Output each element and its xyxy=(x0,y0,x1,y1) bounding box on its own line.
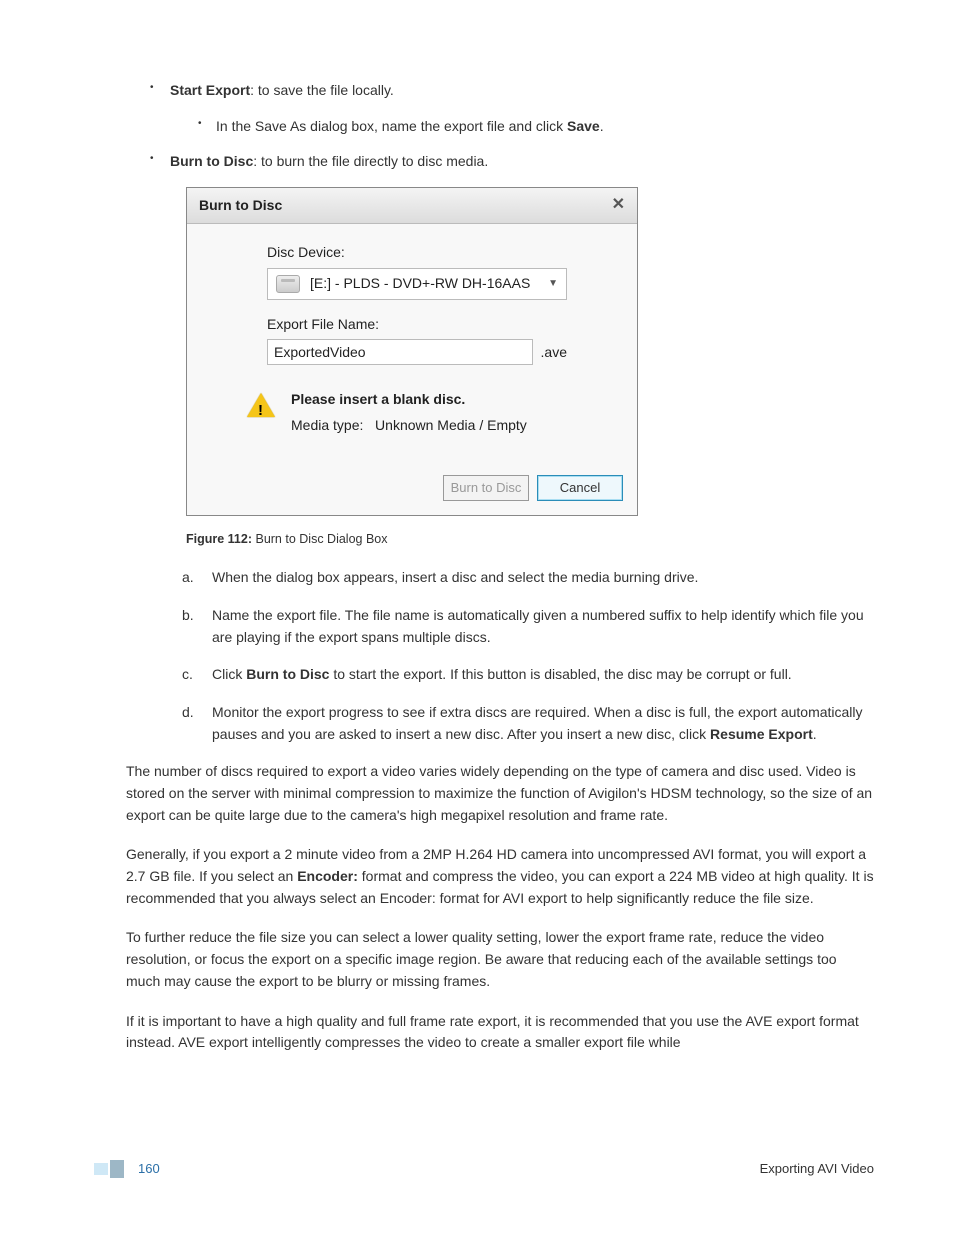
disc-device-label: Disc Device: xyxy=(267,242,633,264)
chevron-down-icon: ▼ xyxy=(548,276,558,292)
export-filename-label: Export File Name: xyxy=(267,314,633,336)
media-type-label: Media type: xyxy=(291,417,363,433)
burn-to-disc-dialog: Burn to Disc ✕ Disc Device: [E:] - PLDS … xyxy=(186,187,638,516)
page-decoration-icon xyxy=(94,1160,128,1178)
dialog-title: Burn to Disc xyxy=(199,195,282,217)
warning-icon: ! xyxy=(247,393,275,421)
dialog-titlebar: Burn to Disc ✕ xyxy=(187,188,637,224)
optical-drive-icon xyxy=(276,275,300,293)
burn-to-disc-button[interactable]: Burn to Disc xyxy=(443,475,529,501)
step-d: d. Monitor the export progress to see if… xyxy=(212,702,874,745)
warning-title: Please insert a blank disc. xyxy=(291,389,527,411)
step-b: b. Name the export file. The file name i… xyxy=(212,605,874,648)
page-number: 160 xyxy=(138,1159,160,1179)
bullet-save-as: In the Save As dialog box, name the expo… xyxy=(216,116,874,138)
media-type-row: Media type: Unknown Media / Empty xyxy=(291,415,527,437)
bullet-start-export: Start Export: to save the file locally. … xyxy=(170,80,874,137)
export-filename-input[interactable] xyxy=(267,339,533,365)
save-as-text: In the Save As dialog box, name the expo… xyxy=(216,118,567,134)
cancel-button[interactable]: Cancel xyxy=(537,475,623,501)
paragraph-discs: The number of discs required to export a… xyxy=(126,761,874,826)
save-bold: Save xyxy=(567,118,600,134)
paragraph-reduce: To further reduce the file size you can … xyxy=(126,927,874,992)
media-type-value: Unknown Media / Empty xyxy=(375,417,527,433)
bullet-burn-to-disc: Burn to Disc: to burn the file directly … xyxy=(170,151,874,173)
figure-caption: Figure 112: Burn to Disc Dialog Box xyxy=(186,530,874,549)
burn-text: : to burn the file directly to disc medi… xyxy=(253,153,488,169)
paragraph-encoder: Generally, if you export a 2 minute vide… xyxy=(126,844,874,909)
close-icon[interactable]: ✕ xyxy=(612,193,625,218)
section-title: Exporting AVI Video xyxy=(760,1159,874,1179)
export-filename-ext: .ave xyxy=(541,342,567,364)
step-c: c. Click Burn to Disc to start the expor… xyxy=(212,664,874,686)
start-export-label: Start Export xyxy=(170,82,250,98)
start-export-text: : to save the file locally. xyxy=(250,82,394,98)
paragraph-ave: If it is important to have a high qualit… xyxy=(126,1011,874,1054)
burn-label: Burn to Disc xyxy=(170,153,253,169)
step-a: a. When the dialog box appears, insert a… xyxy=(212,567,874,589)
disc-device-value: [E:] - PLDS - DVD+-RW DH-16AAS xyxy=(310,273,530,295)
disc-device-dropdown[interactable]: [E:] - PLDS - DVD+-RW DH-16AAS ▼ xyxy=(267,268,567,300)
figure-label: Figure 112: xyxy=(186,532,252,546)
figure-caption-text: Burn to Disc Dialog Box xyxy=(255,532,387,546)
